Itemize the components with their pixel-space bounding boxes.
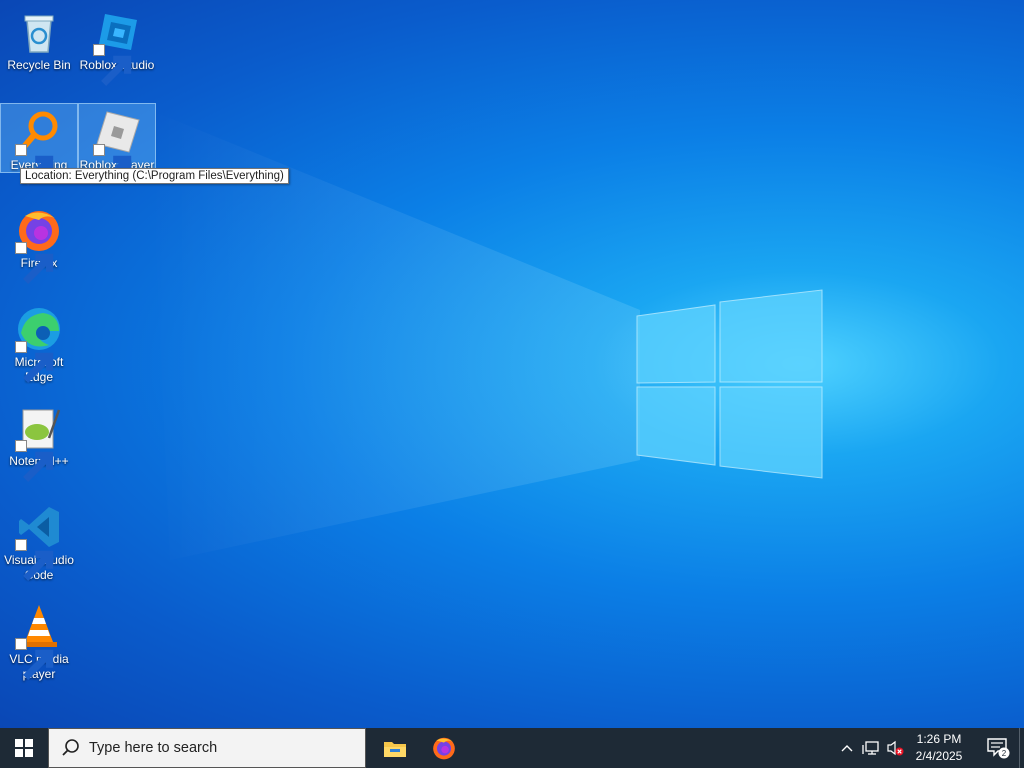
recycle-bin-icon: [15, 8, 63, 56]
start-button[interactable]: [0, 728, 48, 768]
roblox-player-icon: [93, 108, 141, 186]
file-explorer-icon: [384, 742, 406, 757]
notepad-plus-plus-desktop-icon[interactable]: Notepad++: [1, 400, 77, 482]
location-tooltip: Location: Everything (C:\Program Files\E…: [20, 168, 289, 184]
firefox-icon: [433, 737, 455, 760]
notification-icon: 2: [987, 738, 1010, 759]
search-icon: [62, 739, 79, 756]
action-center-button[interactable]: 2: [978, 728, 1018, 768]
shortcut-arrow-icon: [15, 341, 54, 383]
vlc-cone-icon: [15, 602, 63, 680]
shortcut-arrow-icon: [15, 144, 54, 186]
roblox-studio-icon: [93, 8, 141, 86]
desktop-background[interactable]: Recycle Bin Roblox Studio Everything Rob…: [0, 0, 1024, 728]
notification-count: 2: [1002, 749, 1007, 758]
taskbar: Type here to search 1:26 PM 2/4/2025 2: [0, 728, 1024, 768]
firefox-desktop-icon[interactable]: Firefox: [1, 202, 77, 284]
vscode-icon: [15, 503, 63, 581]
microsoft-edge-desktop-icon[interactable]: Microsoft Edge: [1, 301, 77, 385]
everything-desktop-icon[interactable]: Everything: [0, 103, 78, 186]
shortcut-arrow-icon: [15, 638, 54, 680]
clock-date: 2/4/2025: [915, 749, 963, 763]
taskbar-search-box[interactable]: Type here to search: [48, 728, 366, 768]
taskbar-firefox[interactable]: [420, 728, 468, 768]
desktop-icon-label: Recycle Bin: [7, 58, 71, 72]
taskbar-clock[interactable]: 1:26 PM 2/4/2025: [905, 731, 973, 765]
shortcut-arrow-icon: [15, 539, 54, 581]
microsoft-edge-icon: [15, 305, 63, 383]
show-desktop-button[interactable]: [1019, 728, 1024, 768]
volume-muted-icon: [887, 740, 904, 756]
network-tray-button[interactable]: [860, 728, 882, 768]
clock-time: 1:26 PM: [916, 732, 962, 746]
chevron-up-icon: [841, 745, 853, 752]
roblox-player-desktop-icon[interactable]: Roblox Player: [78, 103, 156, 186]
shortcut-arrow-icon: [93, 44, 132, 86]
roblox-studio-desktop-icon[interactable]: Roblox Studio: [79, 4, 155, 86]
vscode-desktop-icon[interactable]: Visual Studio Code: [1, 499, 77, 583]
everything-search-icon: [15, 108, 63, 186]
network-icon: [862, 741, 879, 755]
recycle-bin-desktop-icon[interactable]: Recycle Bin: [1, 4, 77, 73]
shortcut-arrow-icon: [15, 242, 54, 284]
windows-logo-icon: [15, 739, 33, 757]
shortcut-arrow-icon: [93, 144, 132, 186]
search-placeholder: Type here to search: [89, 740, 218, 756]
taskbar-file-explorer[interactable]: [371, 728, 419, 768]
show-hidden-icons-button[interactable]: [836, 728, 858, 768]
notepad-plus-plus-icon: [15, 404, 63, 482]
shortcut-arrow-icon: [15, 440, 54, 482]
volume-tray-button[interactable]: [884, 728, 906, 768]
vlc-desktop-icon[interactable]: VLC media player: [1, 598, 77, 682]
firefox-icon: [15, 206, 63, 284]
